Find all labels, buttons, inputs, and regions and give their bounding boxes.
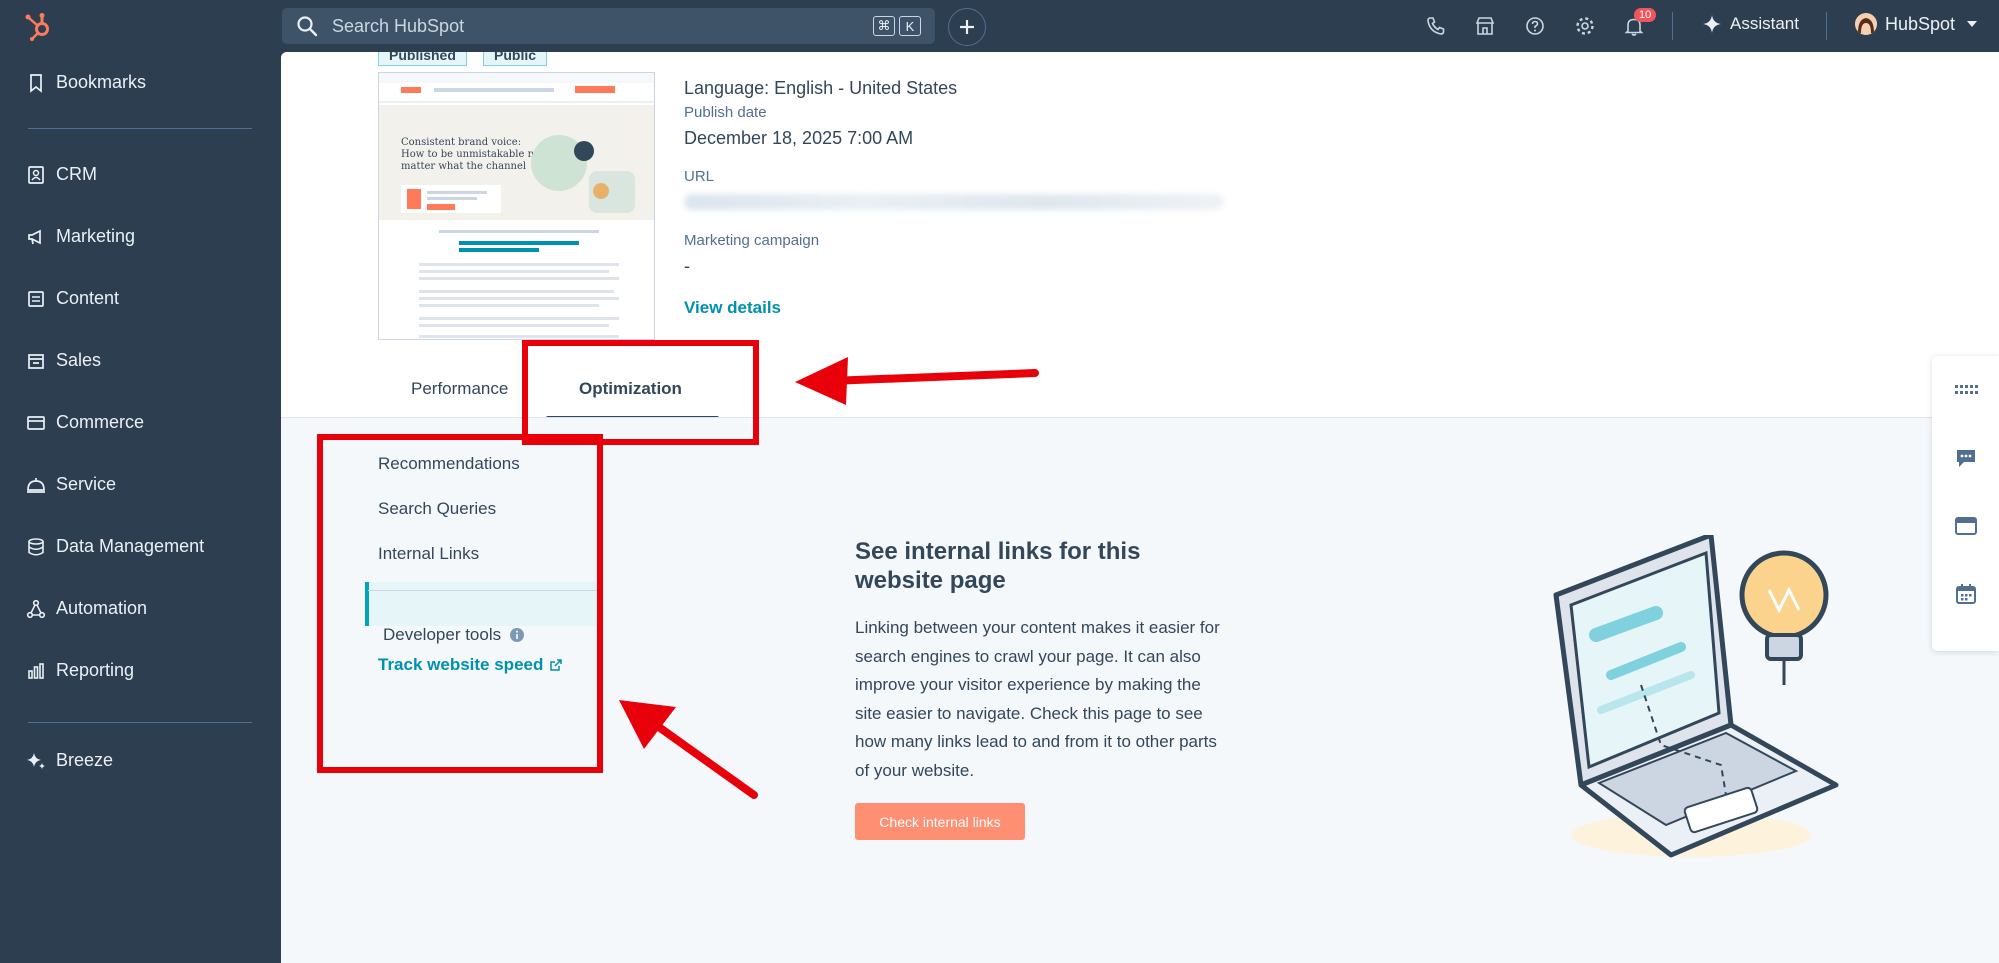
phone-icon[interactable] <box>1424 14 1448 38</box>
empty-state-title: See internal links for this website page <box>855 538 1141 594</box>
publish-date-value: December 18, 2025 7:00 AM <box>684 128 914 148</box>
assistant-label: Assistant <box>1730 14 1799 33</box>
sidebar-item-bookmarks[interactable]: Bookmarks <box>26 72 146 93</box>
automation-icon <box>26 599 46 618</box>
notification-count-badge: 10 <box>1634 8 1657 22</box>
sidebar-item-label: Service <box>56 474 117 494</box>
sidebar-item-automation[interactable]: Automation <box>26 598 147 619</box>
megaphone-icon <box>28 229 41 244</box>
language-text: Language: English - United States <box>684 78 958 98</box>
sidebar-item-label: Commerce <box>56 412 145 432</box>
thumbnail-headline: Consistent brand voice: How to be unmist… <box>401 137 543 172</box>
sidebar-item-label: CRM <box>56 164 97 184</box>
sidebar-item-label: Marketing <box>56 226 136 246</box>
sidebar-item-crm[interactable]: CRM <box>26 164 97 185</box>
sidebar-item-service[interactable]: Service <box>26 474 116 495</box>
sales-icon <box>28 353 44 369</box>
breeze-icon <box>27 752 45 769</box>
sidebar-item-commerce[interactable]: Commerce <box>26 412 144 433</box>
shortcut-key-k: K <box>899 16 921 36</box>
account-name: HubSpot <box>1885 13 1956 34</box>
sidebar-item-breeze[interactable]: Breeze <box>26 750 113 771</box>
right-tool-rail <box>1932 356 1999 651</box>
reporting-icon <box>28 662 44 679</box>
url-label: URL <box>684 168 715 185</box>
bookmark-icon <box>30 73 42 93</box>
annotation-arrow-right <box>795 357 1039 405</box>
tab-performance[interactable]: Performance <box>411 379 508 399</box>
marketplace-icon[interactable] <box>1473 14 1497 38</box>
content-icon <box>28 290 44 307</box>
sidebar-item-label: Automation <box>56 598 148 618</box>
divider <box>1672 12 1673 40</box>
calendar-icon[interactable] <box>1954 582 1978 606</box>
laptop-lightbulb-illustration <box>1553 535 1839 858</box>
status-badge: Published <box>378 52 467 66</box>
campaign-label: Marketing campaign <box>684 232 820 249</box>
visibility-badge: Public <box>483 52 548 66</box>
chat-icon[interactable] <box>1954 446 1978 470</box>
account-menu[interactable]: HubSpot <box>1855 13 1979 35</box>
global-search[interactable]: Search HubSpot ⌘ K <box>282 8 935 44</box>
browser-window-icon[interactable] <box>1954 514 1978 538</box>
search-input[interactable]: Search HubSpot <box>332 16 869 37</box>
hubspot-logo-icon[interactable] <box>22 10 54 42</box>
main-sidebar: Bookmarks CRM Marketing Content Sales Co… <box>0 52 281 963</box>
shortcut-key-cmd: ⌘ <box>873 16 895 36</box>
sidebar-item-reporting[interactable]: Reporting <box>26 660 134 681</box>
campaign-value: - <box>684 256 690 276</box>
sidebar-item-label: Data Management <box>56 536 205 556</box>
empty-state-body: Linking between your content makes it ea… <box>855 618 1220 780</box>
apps-grid-icon[interactable] <box>1954 378 1978 402</box>
divider <box>1826 12 1827 40</box>
publish-date-label: Publish date <box>684 104 767 121</box>
sidebar-item-label: Content <box>56 288 120 308</box>
caret-down-icon <box>1967 21 1978 27</box>
divider <box>28 722 252 723</box>
avatar <box>1855 13 1877 35</box>
service-icon <box>27 477 45 493</box>
view-details-link[interactable]: View details <box>684 298 781 318</box>
sidebar-item-sales[interactable]: Sales <box>26 350 101 371</box>
sidebar-item-label: Bookmarks <box>56 72 147 92</box>
check-internal-links-button[interactable]: Check internal links <box>855 803 1025 840</box>
plus-icon <box>960 20 974 34</box>
sidebar-item-label: Sales <box>56 350 102 370</box>
settings-icon[interactable] <box>1573 14 1597 38</box>
page-thumbnail[interactable]: Consistent brand voice: How to be unmist… <box>378 72 655 340</box>
create-new-button[interactable] <box>948 8 986 46</box>
help-icon[interactable] <box>1523 14 1547 38</box>
commerce-icon <box>27 415 45 430</box>
assistant-button[interactable]: Assistant <box>1702 14 1799 34</box>
sparkle-icon <box>1703 15 1721 33</box>
database-icon <box>28 537 44 556</box>
sidebar-item-label: Breeze <box>56 750 114 770</box>
url-value-redacted[interactable] <box>684 194 1224 210</box>
divider <box>28 128 252 129</box>
annotation-box-optimization-tab <box>522 340 759 445</box>
annotation-box-left-menu <box>317 434 603 773</box>
search-icon <box>297 16 318 37</box>
sidebar-item-marketing[interactable]: Marketing <box>26 226 135 247</box>
annotation-arrow-lower <box>619 700 758 799</box>
sidebar-item-content[interactable]: Content <box>26 288 119 309</box>
top-navigation-bar: Search HubSpot ⌘ K 10 Assistant HubSpot <box>0 0 1999 52</box>
crm-icon <box>28 165 44 184</box>
sidebar-item-label: Reporting <box>56 660 135 680</box>
sidebar-item-data-management[interactable]: Data Management <box>26 536 204 557</box>
